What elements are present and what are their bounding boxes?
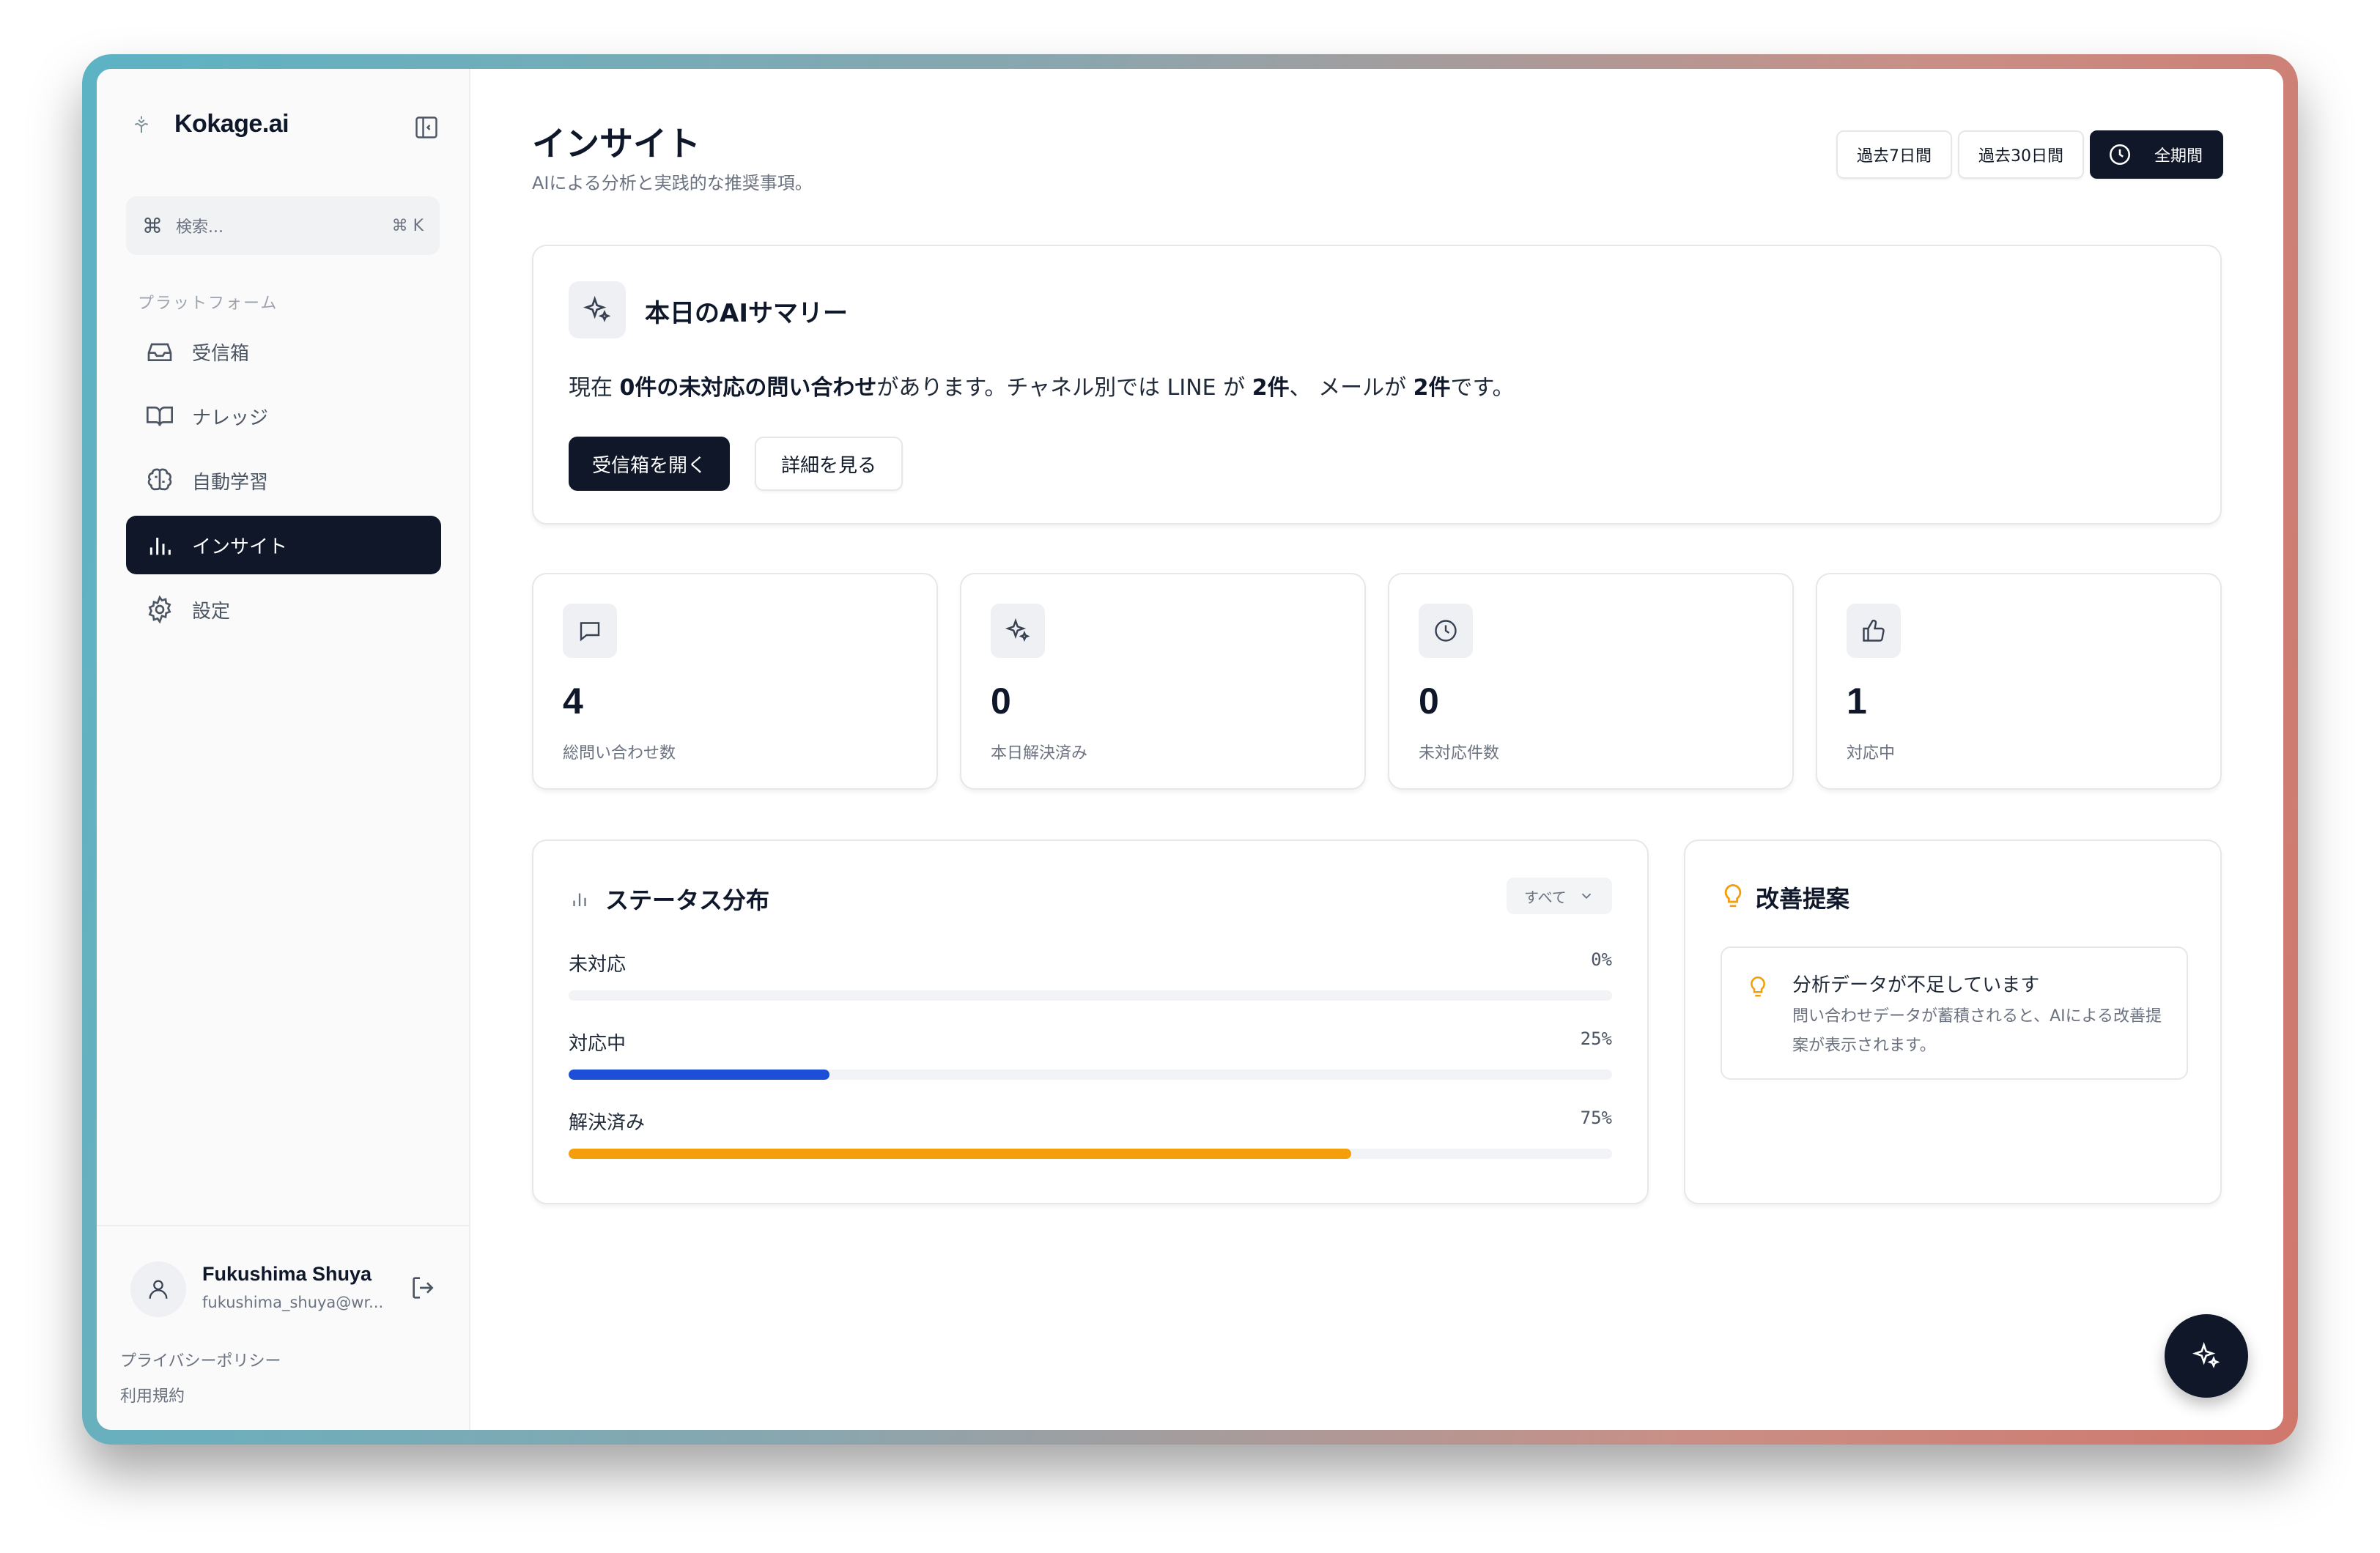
sidebar-item-settings[interactable]: 設定 [126, 580, 441, 639]
sparkles-icon [991, 604, 1045, 658]
stat-card-total: 4 総問い合わせ数 [532, 573, 938, 790]
range-all-button[interactable]: 全期間 [2089, 130, 2223, 179]
stat-value: 1 [1847, 681, 1867, 722]
status-name: 解決済み [569, 1112, 646, 1134]
user-panel: Fukushima Shuya fukushima_shuya@wr... プラ… [97, 1225, 469, 1430]
logout-icon[interactable] [409, 1273, 438, 1302]
stat-value: 0 [991, 681, 1011, 722]
message-icon [563, 604, 617, 658]
status-progress-fill [569, 1149, 1351, 1159]
view-details-button[interactable]: 詳細を見る [755, 437, 903, 491]
sidebar-item-label: 受信箱 [192, 342, 250, 365]
page-title: インサイト [532, 124, 701, 163]
status-row-unhandled: 未対応 0% [569, 949, 1612, 1001]
date-range-selector: 過去7日間 過去30日間 全期間 [1836, 130, 2223, 179]
stat-value: 0 [1419, 681, 1439, 722]
command-icon: ⌘ [142, 213, 163, 238]
ai-assistant-button[interactable] [2165, 1314, 2248, 1398]
chevron-down-icon [1581, 893, 1592, 900]
sidebar-item-label: インサイト [192, 535, 288, 558]
status-percent: 25% [1580, 1028, 1612, 1049]
sidebar-item-label: ナレッジ [192, 407, 269, 429]
open-inbox-button[interactable]: 受信箱を開く [569, 437, 731, 491]
suggestion-title: 分析データが不足しています [1792, 974, 2040, 996]
lightbulb-icon [1751, 976, 1765, 997]
inbox-icon [147, 343, 172, 361]
status-progress-track [569, 1070, 1612, 1080]
book-icon [147, 407, 173, 426]
stat-label: 未対応件数 [1419, 744, 1500, 763]
tree-logo-icon [130, 114, 152, 136]
status-percent: 0% [1591, 949, 1612, 970]
bar-chart-icon [149, 538, 171, 555]
stat-label: 本日解決済み [991, 744, 1088, 763]
sparkles-icon [569, 281, 626, 338]
status-progress-fill [569, 1070, 829, 1080]
stat-card-unhandled: 0 未対応件数 [1388, 573, 1794, 790]
search-placeholder: 検索... [176, 218, 223, 237]
search-shortcut: ⌘ K [391, 216, 424, 235]
sidebar: Kokage.ai ⌘ 検索... ⌘ K プラットフォーム 受信箱 ナレッジ [97, 69, 470, 1430]
status-progress-track [569, 1149, 1612, 1159]
main-content: インサイト AIによる分析と実践的な推奨事項。 過去7日間 過去30日間 全期間… [470, 69, 2283, 1430]
window-frame: Kokage.ai ⌘ 検索... ⌘ K プラットフォーム 受信箱 ナレッジ [82, 54, 2298, 1445]
status-row-in-progress: 対応中 25% [569, 1028, 1612, 1080]
app-window: Kokage.ai ⌘ 検索... ⌘ K プラットフォーム 受信箱 ナレッジ [97, 69, 2283, 1430]
range-7days-button[interactable]: 過去7日間 [1836, 130, 1952, 179]
sidebar-nav: 受信箱 ナレッジ 自動学習 インサイト 設定 [126, 322, 441, 645]
stat-card-resolved-today: 0 本日解決済み [960, 573, 1366, 790]
clock-icon [1419, 604, 1473, 658]
range-all-label: 全期間 [2154, 147, 2203, 166]
status-filter-value: すべて [1524, 888, 1567, 906]
sidebar-item-label: 自動学習 [192, 471, 269, 494]
brand-name: Kokage.ai [174, 110, 289, 138]
terms-link[interactable]: 利用規約 [120, 1383, 185, 1406]
improvement-title: 改善提案 [1756, 885, 1850, 913]
clock-icon [2109, 144, 2131, 166]
suggestion-description: 問い合わせデータが蓄積されると、AIによる改善提案が表示されます。 [1792, 1007, 2162, 1055]
sidebar-item-label: 設定 [192, 600, 231, 623]
status-row-resolved: 解決済み 75% [569, 1108, 1612, 1159]
sparkles-icon [2192, 1341, 2220, 1368]
status-name: 対応中 [569, 1033, 627, 1055]
sidebar-item-inbox[interactable]: 受信箱 [126, 322, 441, 381]
privacy-policy-link[interactable]: プライバシーポリシー [120, 1348, 281, 1371]
ai-summary-title: 本日のAIサマリー [645, 299, 848, 328]
brand[interactable]: Kokage.ai [130, 110, 289, 138]
sidebar-item-knowledge[interactable]: ナレッジ [126, 387, 441, 445]
sidebar-item-insights[interactable]: インサイト [126, 516, 441, 574]
section-label-platform: プラットフォーム [138, 294, 278, 313]
status-progress-track [569, 990, 1612, 1001]
user-email: fukushima_shuya@wr... [202, 1294, 384, 1311]
lightbulb-icon [1724, 883, 1742, 908]
avatar[interactable] [130, 1261, 186, 1317]
user-icon [149, 1280, 168, 1299]
suggestion-item: 分析データが不足しています 問い合わせデータが蓄積されると、AIによる改善提案が… [1721, 946, 2188, 1080]
stat-value: 4 [563, 681, 583, 722]
brain-icon [147, 468, 172, 491]
stat-card-in-progress: 1 対応中 [1816, 573, 2222, 790]
stat-label: 総問い合わせ数 [563, 744, 676, 763]
status-distribution-title: ステータス分布 [605, 886, 770, 914]
status-filter-select[interactable]: すべて [1507, 878, 1612, 914]
user-name: Fukushima Shuya [202, 1263, 372, 1285]
stat-label: 対応中 [1847, 744, 1896, 763]
ai-summary-card: 本日のAIサマリー 現在 0件の未対応の問い合わせがあります。チャネル別では L… [532, 245, 2222, 525]
ai-summary-text: 現在 0件の未対応の問い合わせがあります。チャネル別では LINE が 2件、 … [569, 375, 1515, 401]
improvement-suggestions-card: 改善提案 分析データが不足しています 問い合わせデータが蓄積されると、AIによる… [1684, 839, 2222, 1204]
status-percent: 75% [1580, 1108, 1612, 1128]
sidebar-item-auto-learning[interactable]: 自動学習 [126, 451, 441, 510]
sidebar-collapse-icon[interactable] [413, 114, 440, 141]
thumbs-up-icon [1847, 604, 1901, 658]
status-name: 未対応 [569, 954, 627, 976]
gear-icon [148, 595, 171, 624]
bar-chart-icon [573, 893, 586, 906]
status-distribution-card: ステータス分布 すべて 未対応 0% 対応中 25% 解決済み 75% [532, 839, 1649, 1204]
search-input[interactable]: ⌘ 検索... ⌘ K [126, 196, 440, 255]
page-subtitle: AIによる分析と実践的な推奨事項。 [532, 173, 813, 193]
range-30days-button[interactable]: 過去30日間 [1957, 130, 2084, 179]
